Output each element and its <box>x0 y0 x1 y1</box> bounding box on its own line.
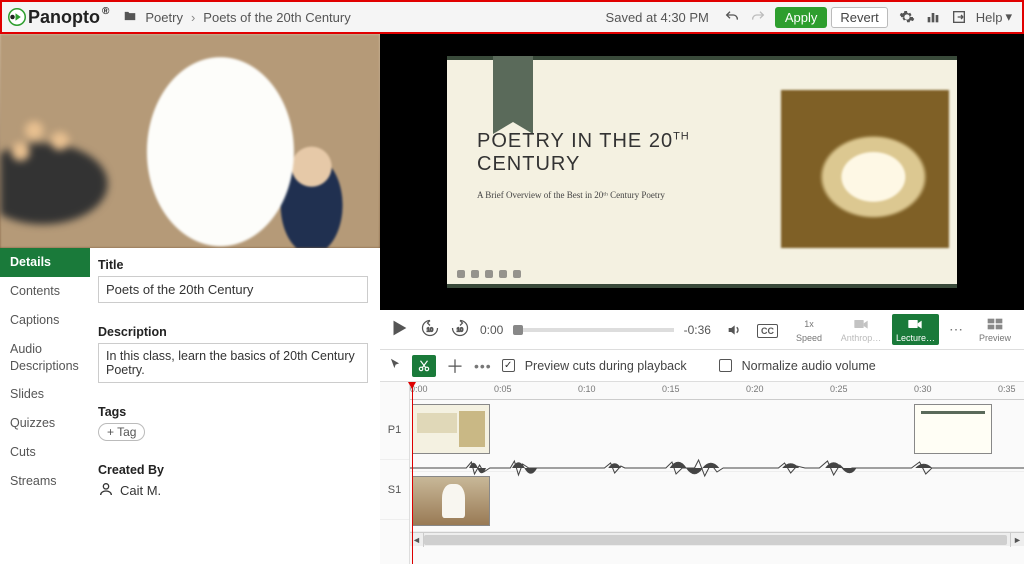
title-label: Title <box>98 258 368 272</box>
slide-preview[interactable]: POETRY IN THE 20THCENTURY A Brief Overvi… <box>380 34 1024 310</box>
camera-icon <box>853 316 869 332</box>
scroll-right-icon[interactable]: ► <box>1010 533 1024 547</box>
track-s1[interactable] <box>410 472 1024 532</box>
source-b-button[interactable]: Lecture… <box>892 314 939 345</box>
speed-control[interactable]: 1xSpeed <box>788 316 830 343</box>
save-status: Saved at 4:30 PM <box>606 10 709 25</box>
help-menu[interactable]: Help▾ <box>972 9 1016 25</box>
normalize-checkbox[interactable] <box>719 359 732 372</box>
breadcrumb: Poetry › Poets of the 20th Century <box>123 9 350 26</box>
editor-sidebar: Details Contents Captions Audio Descript… <box>0 248 90 564</box>
preview-button[interactable]: Preview <box>974 316 1016 343</box>
camera-icon <box>907 316 923 332</box>
settings-button[interactable] <box>894 4 920 30</box>
details-panel: Details Contents Captions Audio Descript… <box>0 248 380 564</box>
preview-cuts-checkbox[interactable] <box>502 359 515 372</box>
breadcrumb-title[interactable]: Poets of the 20th Century <box>203 10 350 25</box>
title-input[interactable] <box>98 276 368 303</box>
cut-tool[interactable] <box>412 355 436 377</box>
remaining-time: -0:36 <box>684 323 711 337</box>
more-sources-button[interactable]: ⋯ <box>949 321 964 338</box>
slide-content: POETRY IN THE 20THCENTURY A Brief Overvi… <box>447 56 957 288</box>
player-controls: 10 10 0:00 -0:36 CC 1xSpeed Anthrop… Lec… <box>380 310 1024 350</box>
sidebar-item-quizzes[interactable]: Quizzes <box>0 409 90 438</box>
slide-mini-controls <box>457 270 521 278</box>
left-column: Details Contents Captions Audio Descript… <box>0 34 380 564</box>
brand-logo[interactable]: Panopto® <box>8 7 109 28</box>
grid-icon <box>987 316 1003 332</box>
right-column: POETRY IN THE 20THCENTURY A Brief Overvi… <box>380 34 1024 564</box>
clip-thumbnail[interactable] <box>914 404 992 454</box>
details-form: Title Description In this class, learn t… <box>90 248 380 564</box>
preview-cuts-label: Preview cuts during playback <box>525 359 687 373</box>
skip-forward-10-button[interactable]: 10 <box>450 318 470 341</box>
time-ruler[interactable]: 0:00 0:05 0:10 0:15 0:20 0:25 0:30 0:35 <box>410 382 1024 400</box>
sidebar-item-cuts[interactable]: Cuts <box>0 438 90 467</box>
clip-thumbnail[interactable] <box>412 476 490 526</box>
tags-label: Tags <box>98 405 368 419</box>
redo-button[interactable] <box>745 4 771 30</box>
person-icon <box>98 481 114 500</box>
revert-button[interactable]: Revert <box>831 7 887 28</box>
presenter-video[interactable] <box>0 34 380 248</box>
sidebar-item-audio-descriptions[interactable]: Audio Descriptions <box>0 335 90 381</box>
track-label-p1: P1 <box>380 400 409 460</box>
add-tag-button[interactable]: + Tag <box>98 423 145 441</box>
slide-image <box>781 90 949 248</box>
track-p1[interactable] <box>410 400 1024 472</box>
main-layout: Details Contents Captions Audio Descript… <box>0 34 1024 564</box>
volume-button[interactable] <box>721 317 747 343</box>
playhead[interactable] <box>412 382 413 564</box>
edit-toolbar: ＋ ••• Preview cuts during playback Norma… <box>380 350 1024 382</box>
track-labels: P1 S1 <box>380 382 410 564</box>
track-label-s1: S1 <box>380 460 409 520</box>
svg-text:10: 10 <box>457 327 464 333</box>
stats-button[interactable] <box>920 4 946 30</box>
breadcrumb-folder[interactable]: Poetry <box>145 10 183 25</box>
sidebar-item-slides[interactable]: Slides <box>0 380 90 409</box>
apply-button[interactable]: Apply <box>775 7 828 28</box>
captions-button[interactable]: CC <box>757 322 778 337</box>
seek-bar[interactable] <box>513 328 673 332</box>
slide-subtitle: A Brief Overview of the Best in 20ᵗʰ Cen… <box>477 190 757 200</box>
horizontal-scrollbar[interactable]: ◄ ► <box>410 532 1024 546</box>
panopto-logo-icon <box>8 8 26 26</box>
add-button[interactable]: ＋ <box>446 353 464 379</box>
current-time: 0:00 <box>480 323 503 337</box>
description-input[interactable]: In this class, learn the basics of 20th … <box>98 343 368 383</box>
created-by-label: Created By <box>98 463 368 477</box>
more-tools-button[interactable]: ••• <box>474 358 492 374</box>
undo-button[interactable] <box>719 4 745 30</box>
creator-name: Cait M. <box>120 483 161 498</box>
sidebar-item-captions[interactable]: Captions <box>0 306 90 335</box>
slide-title: POETRY IN THE 20THCENTURY <box>477 130 757 176</box>
pointer-tool[interactable] <box>388 357 402 374</box>
brand-name: Panopto <box>28 7 100 28</box>
normalize-label: Normalize audio volume <box>742 359 876 373</box>
folder-icon <box>123 9 137 26</box>
skip-back-10-button[interactable]: 10 <box>420 318 440 341</box>
caret-down-icon: ▾ <box>1005 9 1012 25</box>
play-button[interactable] <box>388 317 410 342</box>
ribbon-icon <box>493 56 533 122</box>
clip-thumbnail[interactable] <box>412 404 490 454</box>
sidebar-item-contents[interactable]: Contents <box>0 277 90 306</box>
source-a-button[interactable]: Anthrop… <box>840 316 882 343</box>
export-button[interactable] <box>946 4 972 30</box>
svg-text:10: 10 <box>427 327 434 333</box>
sidebar-item-streams[interactable]: Streams <box>0 467 90 496</box>
tracks-area[interactable]: 0:00 0:05 0:10 0:15 0:20 0:25 0:30 0:35 <box>410 382 1024 564</box>
description-label: Description <box>98 325 368 339</box>
timeline: P1 S1 0:00 0:05 0:10 0:15 0:20 0:25 0:30… <box>380 382 1024 564</box>
sidebar-item-details[interactable]: Details <box>0 248 90 277</box>
top-bar: Panopto® Poetry › Poets of the 20th Cent… <box>0 0 1024 34</box>
chevron-right-icon: › <box>191 10 195 25</box>
creator-row: Cait M. <box>98 481 368 500</box>
